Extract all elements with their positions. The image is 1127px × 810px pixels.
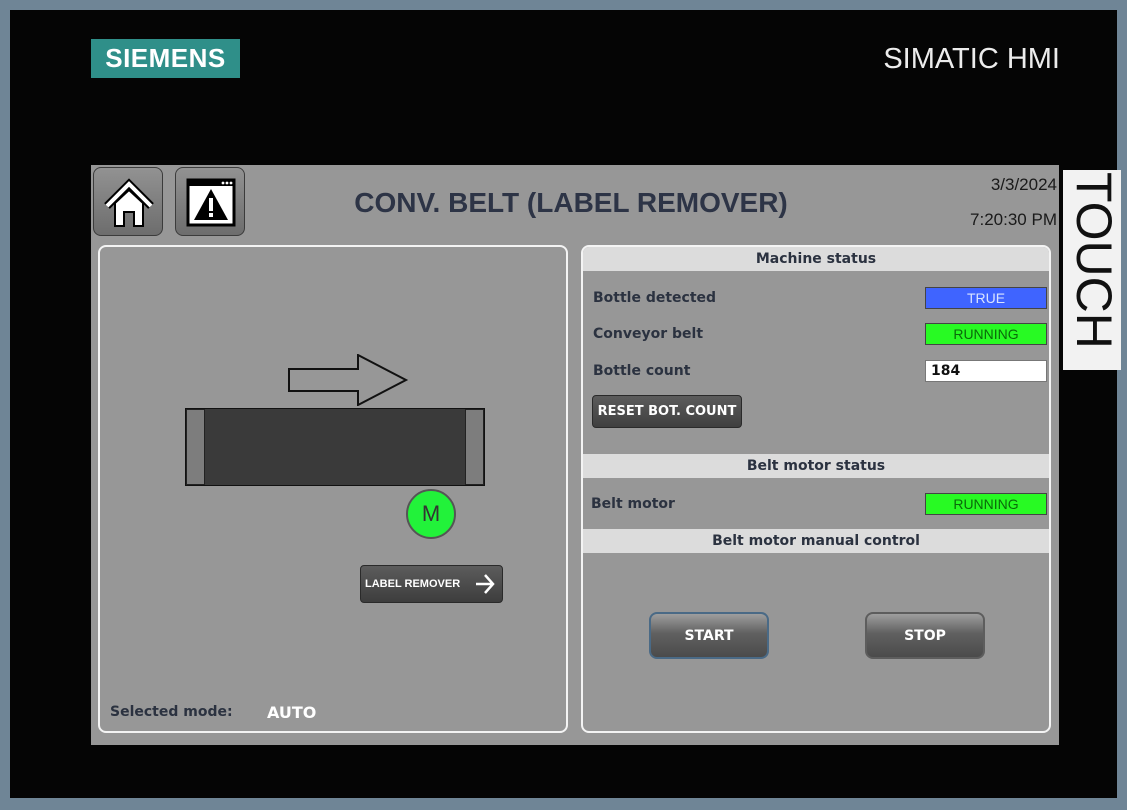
belt-roller-right: [465, 409, 484, 485]
home-button[interactable]: [93, 167, 163, 236]
touch-label-text: TOUCH: [1066, 172, 1121, 349]
conveyor-belt-indicator: RUNNING: [925, 323, 1047, 345]
label-remover-button-label: LABEL REMOVER: [365, 578, 461, 590]
device-label: SIMATIC HMI: [883, 43, 1060, 75]
reset-bottle-count-button[interactable]: RESET BOT. COUNT: [592, 395, 742, 428]
motor-indicator: M: [406, 489, 456, 539]
belt-motor-status-header: Belt motor status: [583, 454, 1049, 478]
right-arrow-icon: [288, 354, 409, 406]
machine-status-header: Machine status: [583, 247, 1049, 271]
page-title: CONV. BELT (LABEL REMOVER): [354, 187, 788, 218]
selected-mode-value: AUTO: [267, 703, 317, 722]
date-display: 3/3/2024: [990, 175, 1057, 194]
siemens-logo: SIEMENS: [91, 39, 240, 78]
alarm-warning-icon: [186, 178, 236, 227]
selected-mode-label: Selected mode:: [110, 704, 233, 720]
label-remover-button[interactable]: LABEL REMOVER: [360, 565, 503, 603]
bottle-detected-label: Bottle detected: [593, 290, 717, 306]
home-icon: [104, 178, 154, 227]
belt-motor-indicator: RUNNING: [925, 493, 1047, 515]
alarm-button[interactable]: [175, 167, 245, 236]
bottle-count-label: Bottle count: [593, 363, 691, 379]
manual-control-header: Belt motor manual control: [583, 529, 1049, 553]
conveyor-belt-label: Conveyor belt: [593, 326, 704, 342]
chevron-right-icon: [476, 574, 495, 594]
status-panel: Machine status Bottle detected TRUE Conv…: [581, 245, 1051, 733]
belt-roller-left: [186, 409, 205, 485]
conveyor-belt: [185, 408, 485, 486]
hmi-screen: CONV. BELT (LABEL REMOVER) 3/3/2024 7:20…: [91, 165, 1059, 745]
start-button[interactable]: START: [649, 612, 769, 659]
stop-button[interactable]: STOP: [865, 612, 985, 659]
bottle-count-field: 184: [925, 360, 1047, 382]
conveyor-view-panel: M LABEL REMOVER Selected mode: AUTO: [98, 245, 568, 733]
touch-label: TOUCH: [1063, 170, 1121, 370]
bottle-detected-indicator: TRUE: [925, 287, 1047, 309]
time-display: 7:20:30 PM: [970, 210, 1057, 229]
belt-motor-label: Belt motor: [591, 496, 675, 512]
